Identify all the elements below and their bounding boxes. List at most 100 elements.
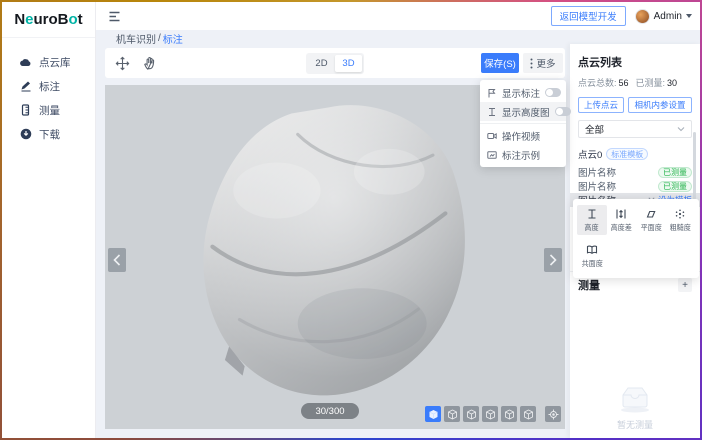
logo-text: N <box>14 11 25 28</box>
show-annotations-toggle[interactable] <box>545 88 561 97</box>
cube-icon <box>428 409 439 420</box>
move-tool-icon[interactable] <box>115 56 130 71</box>
back-to-model-dev-button[interactable]: 返回模型开发 <box>551 6 626 26</box>
template-tag: 标准模板 <box>606 148 648 160</box>
tool-label: 高度差 <box>611 222 632 232</box>
menu-item-label: 标注示例 <box>502 148 559 162</box>
more-button-label: 更多 <box>536 56 555 70</box>
add-measure-button[interactable]: + <box>678 278 692 292</box>
text-height-icon <box>487 107 497 117</box>
view-top-button[interactable] <box>520 406 536 422</box>
panel-title: 点云列表 <box>578 54 692 70</box>
image-frame-icon <box>487 150 497 160</box>
upload-pointcloud-button[interactable]: 上传点云 <box>578 97 624 113</box>
ruler-icon <box>20 104 32 116</box>
topbar-right: 返回模型开发 Admin <box>551 6 692 26</box>
pointcloud-stats: 点云总数:56 已测量:30 <box>578 76 692 89</box>
tool-height-difference[interactable]: 高度差 <box>607 205 637 235</box>
filter-select[interactable]: 全部 <box>578 120 692 138</box>
menu-item-label: 显示标注 <box>502 86 540 100</box>
mode-2d-button[interactable]: 2D <box>308 55 335 72</box>
sidebar-item-label: 点云库 <box>39 55 71 70</box>
pointcloud-name: 点云0 <box>578 147 602 161</box>
sidebar-item-download[interactable]: 下载 <box>2 122 95 146</box>
chevron-down-icon <box>686 14 692 18</box>
logo-text: uroB <box>34 11 69 28</box>
sidebar-item-label: 下载 <box>39 127 60 142</box>
panel-scrollbar[interactable] <box>693 132 696 206</box>
pointcloud-group-row[interactable]: 点云0 标准模板 <box>578 147 692 161</box>
sidebar-item-label: 标注 <box>39 79 60 94</box>
empty-state-text: 暂无测量 <box>617 418 653 431</box>
filter-select-value: 全部 <box>585 122 604 136</box>
view-iso-button[interactable] <box>425 406 441 422</box>
measure-tools-grid: 高度 高度差 平面度 粗糙度 共面度 <box>577 205 695 271</box>
menu-fold-icon <box>108 10 121 23</box>
tool-flatness[interactable]: 平面度 <box>636 205 666 235</box>
view-left-button[interactable] <box>482 406 498 422</box>
image-name: 图片名称 <box>578 165 616 179</box>
chevron-left-icon <box>113 254 121 266</box>
tool-coplanarity[interactable]: 共面度 <box>577 241 607 271</box>
sidebar-item-annotate[interactable]: 标注 <box>2 74 95 98</box>
save-button[interactable]: 保存(S) <box>481 53 519 73</box>
recenter-button[interactable] <box>545 406 561 422</box>
stat-measured-value: 30 <box>667 78 677 88</box>
tool-label: 平面度 <box>640 222 661 232</box>
gear-letter-icon: e <box>25 11 33 28</box>
flatness-icon <box>645 208 657 220</box>
image-name: 图片名称 <box>578 179 616 193</box>
empty-state: 暂无测量 <box>570 382 700 431</box>
image-list-item[interactable]: 图片名称 已测量 <box>570 165 700 179</box>
mode-3d-button[interactable]: 3D <box>335 55 362 72</box>
breadcrumb-section[interactable]: 机车识别 <box>116 31 156 46</box>
view-right-button[interactable] <box>501 406 517 422</box>
camera-params-button[interactable]: 相机内参设置 <box>628 97 692 113</box>
avatar <box>635 9 650 24</box>
coplanarity-icon <box>586 244 598 256</box>
flag-icon <box>487 88 497 98</box>
more-button[interactable]: 更多 <box>523 53 563 73</box>
stat-measured: 已测量:30 <box>636 76 678 89</box>
view-back-button[interactable] <box>463 406 479 422</box>
cube-icon <box>466 409 477 420</box>
pen-icon <box>20 80 32 92</box>
user-menu[interactable]: Admin <box>635 9 692 24</box>
menu-divider <box>480 123 566 124</box>
image-counter-badge: 30/300 <box>301 403 359 419</box>
app-window: NeuroBot 点云库 标注 测量 下载 返回模型开发 <box>2 2 700 438</box>
measured-badge: 已测量 <box>658 181 692 192</box>
prev-image-button[interactable] <box>108 248 126 272</box>
stat-total: 点云总数:56 <box>578 76 629 89</box>
breadcrumb-separator: / <box>158 33 161 44</box>
menu-item-show-heightmap[interactable]: 显示高度图 <box>480 102 566 121</box>
menu-item-annotation-example[interactable]: 标注示例 <box>480 145 566 164</box>
dimension-toggle: 2D 3D <box>306 53 364 74</box>
sidebar-item-label: 测量 <box>39 103 60 118</box>
menu-item-tutorial-video[interactable]: 操作视频 <box>480 126 566 145</box>
measure-section-header: 测量 + <box>578 277 692 293</box>
stat-total-label: 点云总数: <box>578 78 617 88</box>
chevron-right-icon <box>549 254 557 266</box>
view-front-button[interactable] <box>444 406 460 422</box>
hand-tool-icon[interactable] <box>143 56 158 71</box>
topbar: 返回模型开发 Admin <box>96 2 700 30</box>
sidebar-item-pointcloud-library[interactable]: 点云库 <box>2 50 95 74</box>
tool-height[interactable]: 高度 <box>577 205 607 235</box>
tool-label: 共面度 <box>581 258 602 268</box>
roughness-icon <box>674 208 686 220</box>
tool-roughness[interactable]: 粗糙度 <box>666 205 696 235</box>
image-list-item[interactable]: 图片名称 已测量 <box>570 179 700 193</box>
menu-item-show-annotations[interactable]: 显示标注 <box>480 83 566 102</box>
cube-icon <box>504 409 515 420</box>
sidebar: NeuroBot 点云库 标注 测量 下载 <box>2 2 96 438</box>
panel-actions: 上传点云 相机内参设置 <box>578 97 692 113</box>
view-orientation-bar <box>425 406 561 422</box>
next-image-button[interactable] <box>544 248 562 272</box>
collapse-sidebar-button[interactable] <box>108 10 121 23</box>
height-icon <box>586 208 598 220</box>
show-heightmap-toggle[interactable] <box>555 107 571 116</box>
sidebar-item-measure[interactable]: 测量 <box>2 98 95 122</box>
username: Admin <box>654 11 682 22</box>
cube-icon <box>485 409 496 420</box>
